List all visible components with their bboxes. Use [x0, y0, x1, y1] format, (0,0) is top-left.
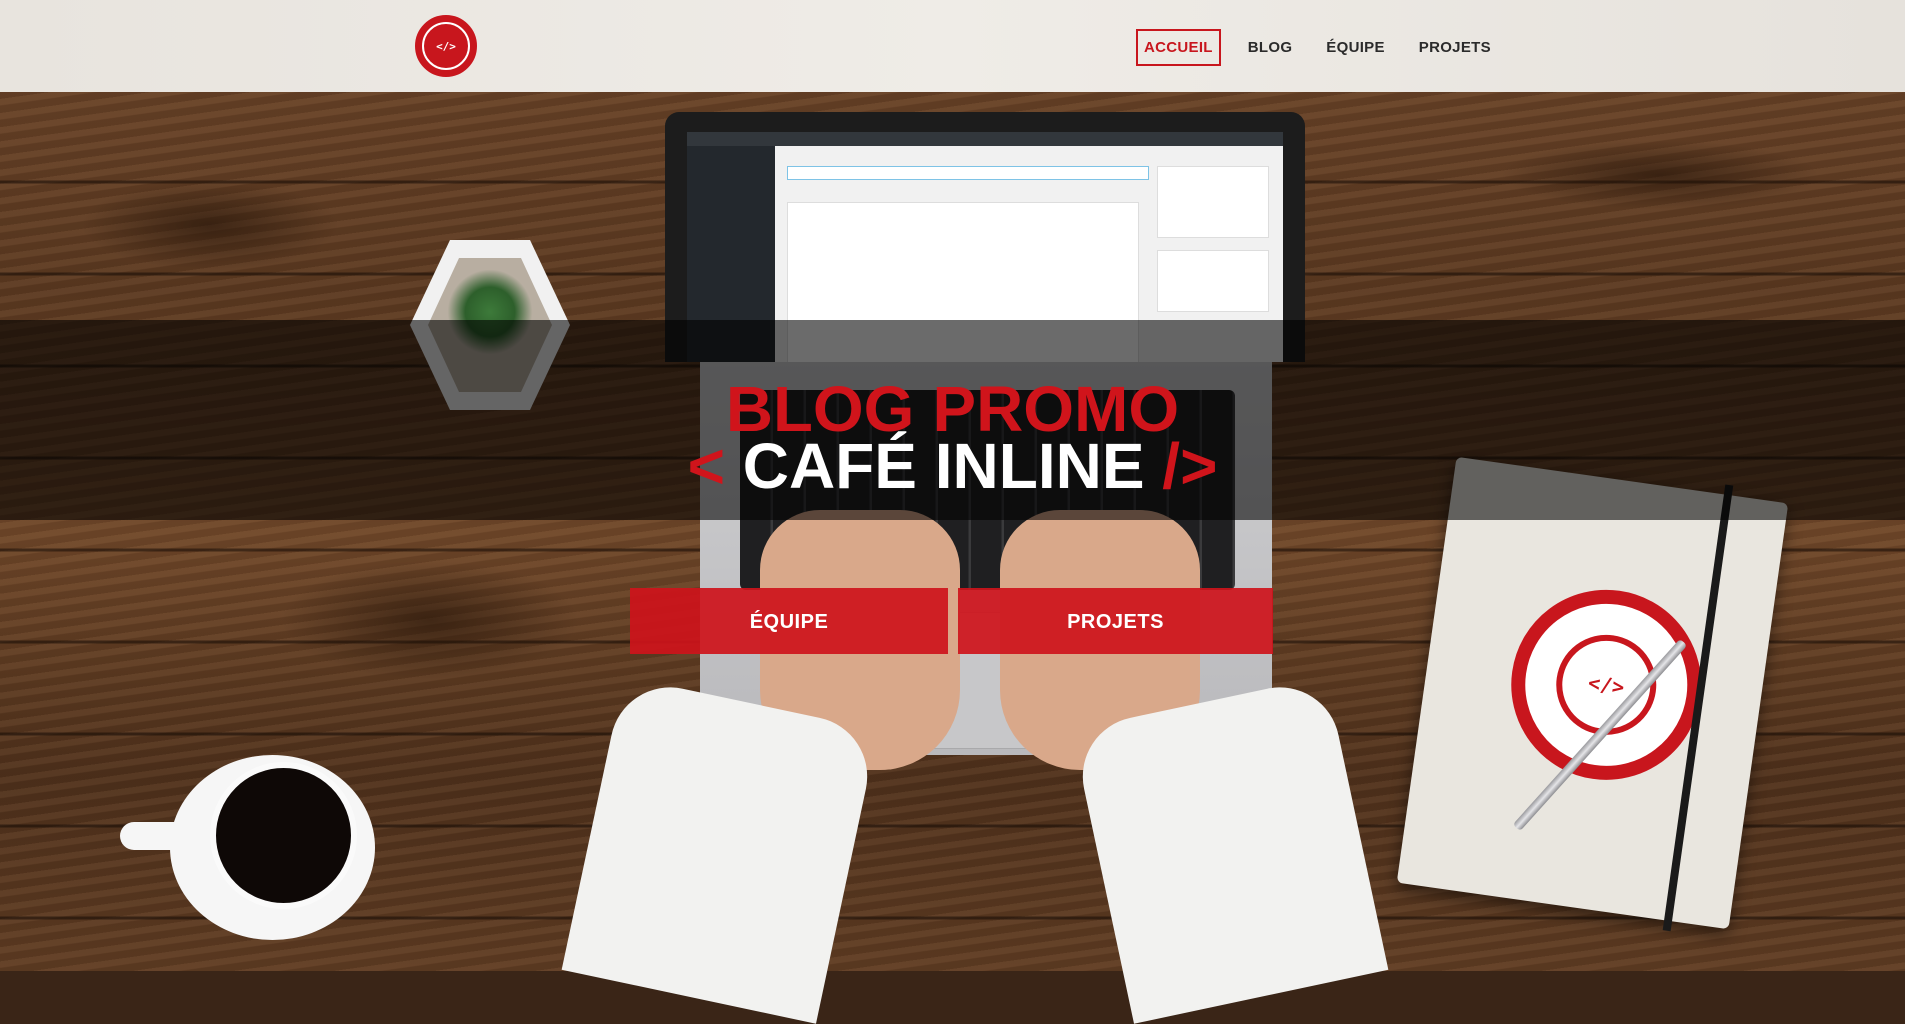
subtitle-close-bracket: /> — [1162, 430, 1218, 502]
wp-title-field — [787, 166, 1149, 180]
wp-publish-box — [1157, 166, 1269, 238]
site-header: </> ACCUEIL BLOG ÉQUIPE PROJETS — [0, 0, 1905, 92]
subtitle-open-bracket: < — [687, 430, 725, 502]
hero-subtitle: < CAFÉ INLINE /> — [0, 425, 1905, 507]
logo-symbol: </> — [422, 22, 470, 70]
wp-categories-box — [1157, 250, 1269, 312]
wp-admin-bar — [687, 132, 1283, 146]
nav-projets[interactable]: PROJETS — [1412, 30, 1498, 65]
nav-accueil[interactable]: ACCUEIL — [1136, 28, 1221, 66]
site-logo[interactable]: </> — [415, 15, 477, 77]
left-sleeve — [561, 676, 879, 1024]
notebook: </> — [1396, 456, 1789, 932]
wood-knot — [80, 180, 340, 270]
nav-equipe[interactable]: ÉQUIPE — [1319, 30, 1391, 65]
coffee — [210, 762, 357, 909]
wood-knot — [1500, 140, 1820, 210]
right-sleeve — [1071, 676, 1389, 1024]
projets-button[interactable]: PROJETS — [958, 588, 1273, 654]
equipe-button[interactable]: ÉQUIPE — [630, 588, 948, 654]
notebook-logo: </> — [1498, 577, 1714, 793]
main-nav: ACCUEIL BLOG ÉQUIPE PROJETS — [1136, 28, 1518, 66]
wood-knot — [280, 560, 580, 680]
subtitle-text: CAFÉ INLINE — [742, 430, 1145, 502]
nav-blog[interactable]: BLOG — [1241, 30, 1300, 65]
